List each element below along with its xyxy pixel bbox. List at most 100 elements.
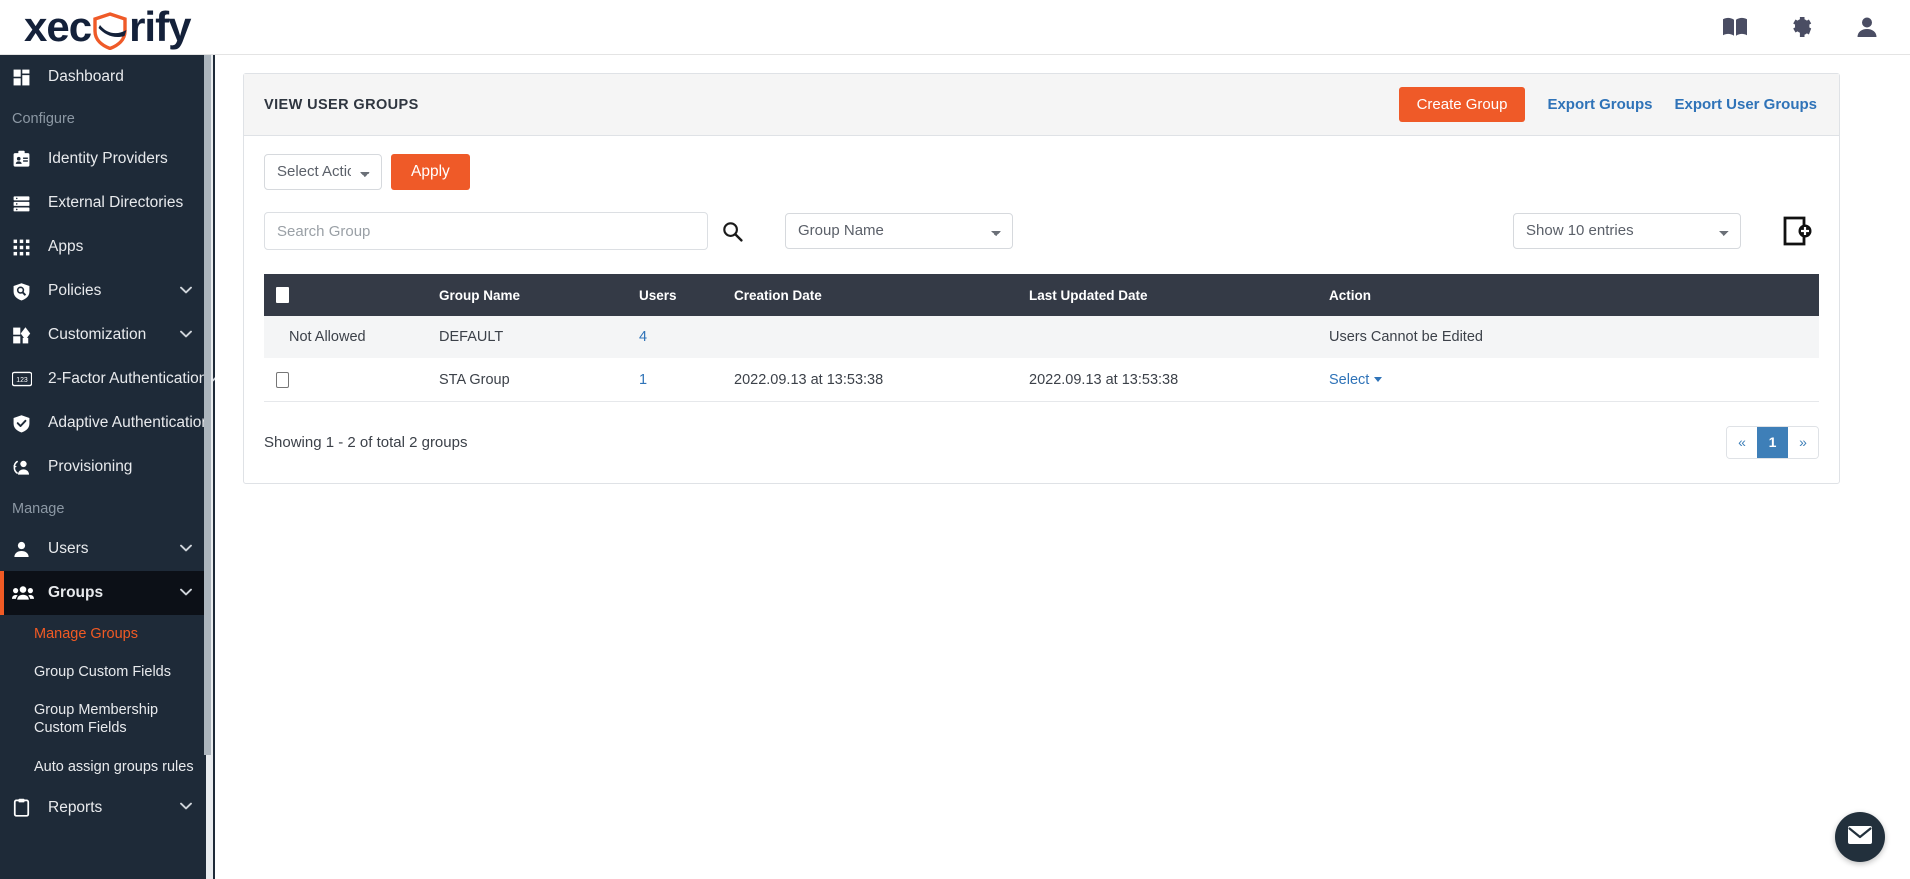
sidebar-item-label: Customization bbox=[48, 326, 147, 343]
search-icon[interactable] bbox=[722, 221, 743, 242]
users-count-link[interactable]: 1 bbox=[639, 372, 647, 388]
sidebar-item-label: Adaptive Authentication bbox=[48, 414, 211, 431]
gear-icon[interactable] bbox=[1790, 15, 1814, 39]
showing-entries-text: Showing 1 - 2 of total 2 groups bbox=[264, 433, 468, 451]
cell-group-name: STA Group bbox=[439, 358, 639, 402]
header-actions: Create Group Export Groups Export User G… bbox=[1398, 87, 1817, 122]
brand-logo[interactable]: xec rify bbox=[24, 3, 191, 50]
sidebar-item-customization[interactable]: Customization bbox=[0, 313, 208, 357]
sidebar-section-configure: Configure bbox=[12, 111, 75, 127]
header-select-all-cell bbox=[264, 274, 289, 317]
header-users-col: Users bbox=[639, 274, 734, 317]
sidebar-subitem-manage-groups[interactable]: Manage Groups bbox=[0, 615, 208, 653]
user-icon bbox=[12, 538, 38, 560]
brand-text-before: xec bbox=[24, 3, 92, 50]
groups-icon bbox=[12, 582, 38, 604]
search-input[interactable] bbox=[264, 212, 708, 250]
sidebar-subitem-auto-assign-groups-rules[interactable]: Auto assign groups rules bbox=[0, 748, 208, 786]
id-card-icon bbox=[12, 148, 38, 170]
pagination-page-1-button[interactable]: 1 bbox=[1757, 426, 1788, 458]
export-groups-link[interactable]: Export Groups bbox=[1547, 96, 1652, 113]
top-bar: xec rify bbox=[0, 0, 1910, 55]
header-last-updated-col: Last Updated Date bbox=[1029, 274, 1329, 317]
directory-icon bbox=[12, 192, 38, 214]
card-header: VIEW USER GROUPS Create Group Export Gro… bbox=[244, 74, 1839, 136]
sidebar-item-apps[interactable]: Apps bbox=[0, 225, 208, 269]
table-header-row: Group Name Users Creation Date Last Upda… bbox=[264, 274, 1819, 317]
cell-action: Users Cannot be Edited bbox=[1329, 316, 1819, 359]
cell-creation-date: 2022.09.13 at 13:53:38 bbox=[734, 358, 1029, 402]
shield-check-icon bbox=[12, 412, 38, 434]
cell-creation-date bbox=[734, 316, 1029, 359]
export-user-groups-link[interactable]: Export User Groups bbox=[1674, 96, 1817, 113]
row-select-cell bbox=[264, 358, 289, 402]
main-content: VIEW USER GROUPS Create Group Export Gro… bbox=[215, 55, 1910, 879]
apply-button[interactable]: Apply bbox=[391, 154, 470, 190]
select-action-dropdown[interactable]: Select Action bbox=[264, 154, 382, 190]
cell-last-updated-date: 2022.09.13 at 13:53:38 bbox=[1029, 358, 1329, 402]
cell-last-updated-date bbox=[1029, 316, 1329, 359]
sidebar-scrollbar-thumb[interactable] bbox=[204, 55, 211, 755]
page-title: VIEW USER GROUPS bbox=[264, 96, 419, 113]
apps-grid-icon bbox=[12, 236, 38, 258]
sidebar-section-manage: Manage bbox=[12, 501, 65, 517]
groups-table-head: Group Name Users Creation Date Last Upda… bbox=[264, 274, 1819, 317]
pagination-prev-button[interactable]: « bbox=[1727, 426, 1757, 458]
filter-row: Group Name Show 10 entries bbox=[264, 212, 1819, 250]
row-select-cell bbox=[264, 316, 289, 359]
numpad-123-icon: 123 bbox=[12, 368, 38, 390]
sidebar-item-label: Groups bbox=[48, 584, 104, 601]
header-creation-date-col: Creation Date bbox=[734, 274, 1029, 317]
sidebar-item-label: 2-Factor Authentication bbox=[48, 370, 208, 387]
cell-group-name: DEFAULT bbox=[439, 316, 639, 359]
sidebar-item-policies[interactable]: Policies bbox=[0, 269, 208, 313]
policy-shield-icon bbox=[12, 280, 38, 302]
import-users-icon[interactable] bbox=[1781, 216, 1813, 246]
chevron-down-icon bbox=[180, 330, 192, 341]
create-group-button[interactable]: Create Group bbox=[1398, 87, 1526, 122]
card-body: Select Action Apply Group Name Show 10 e… bbox=[244, 136, 1839, 483]
row-select-checkbox[interactable] bbox=[276, 371, 289, 388]
envelope-icon bbox=[1847, 825, 1873, 850]
sidebar-scrollbar-track[interactable] bbox=[204, 55, 213, 879]
sidebar-item-label: Apps bbox=[48, 238, 84, 255]
cell-restriction: Not Allowed bbox=[289, 316, 439, 359]
sidebar-item-users[interactable]: Users bbox=[0, 527, 208, 571]
row-action-label: Select bbox=[1329, 371, 1370, 388]
sidebar-item-label: Reports bbox=[48, 798, 103, 816]
select-all-checkbox[interactable] bbox=[276, 287, 289, 304]
provisioning-icon bbox=[12, 456, 38, 478]
sidebar-subitem-group-custom-fields[interactable]: Group Custom Fields bbox=[0, 653, 208, 691]
groups-table-body: Not Allowed DEFAULT 4 Users Cannot be Edite… bbox=[264, 316, 1819, 402]
row-action-note: Users Cannot be Edited bbox=[1329, 329, 1483, 346]
caret-down-icon bbox=[1374, 377, 1383, 383]
group-name-filter-dropdown[interactable]: Group Name bbox=[785, 213, 1013, 249]
brand-text-after: rify bbox=[129, 3, 191, 50]
users-count-link[interactable]: 4 bbox=[639, 329, 647, 345]
sidebar-item-dashboard[interactable]: Dashboard bbox=[0, 55, 208, 99]
sidebar-item-reports[interactable]: Reports bbox=[0, 786, 208, 830]
shield-logo-icon bbox=[92, 12, 128, 50]
cell-restriction bbox=[289, 358, 439, 402]
sidebar-item-provisioning[interactable]: Provisioning bbox=[0, 445, 208, 489]
support-email-fab[interactable] bbox=[1835, 812, 1885, 862]
book-icon[interactable] bbox=[1722, 16, 1748, 38]
pagination-next-button[interactable]: » bbox=[1788, 426, 1818, 458]
svg-text:123: 123 bbox=[16, 377, 28, 384]
sidebar-item-external-directories[interactable]: External Directories bbox=[0, 181, 208, 225]
sidebar-item-identity-providers[interactable]: Identity Providers bbox=[0, 137, 208, 181]
clipboard-icon bbox=[12, 797, 38, 819]
sidebar-item-groups[interactable]: Groups bbox=[0, 571, 208, 615]
table-footer: Showing 1 - 2 of total 2 groups « 1 » bbox=[264, 425, 1819, 467]
topbar-icon-group bbox=[1722, 15, 1878, 39]
table-row: STA Group 1 2022.09.13 at 13:53:38 2022.09.… bbox=[264, 358, 1819, 402]
sidebar-subitem-group-membership-custom-fields[interactable]: Group Membership Custom Fields bbox=[0, 691, 208, 747]
user-icon[interactable] bbox=[1856, 16, 1878, 39]
sidebar-item-adaptive-authentication[interactable]: Adaptive Authentication bbox=[0, 401, 211, 445]
show-entries-dropdown[interactable]: Show 10 entries bbox=[1513, 213, 1741, 249]
cell-users: 4 bbox=[639, 316, 734, 359]
row-action-select-dropdown[interactable]: Select bbox=[1329, 371, 1383, 388]
sidebar-item-2-factor-authentication[interactable]: 123 2-Factor Authentication bbox=[0, 357, 215, 401]
header-action-col: Action bbox=[1329, 274, 1819, 317]
chevron-down-icon bbox=[180, 286, 192, 297]
